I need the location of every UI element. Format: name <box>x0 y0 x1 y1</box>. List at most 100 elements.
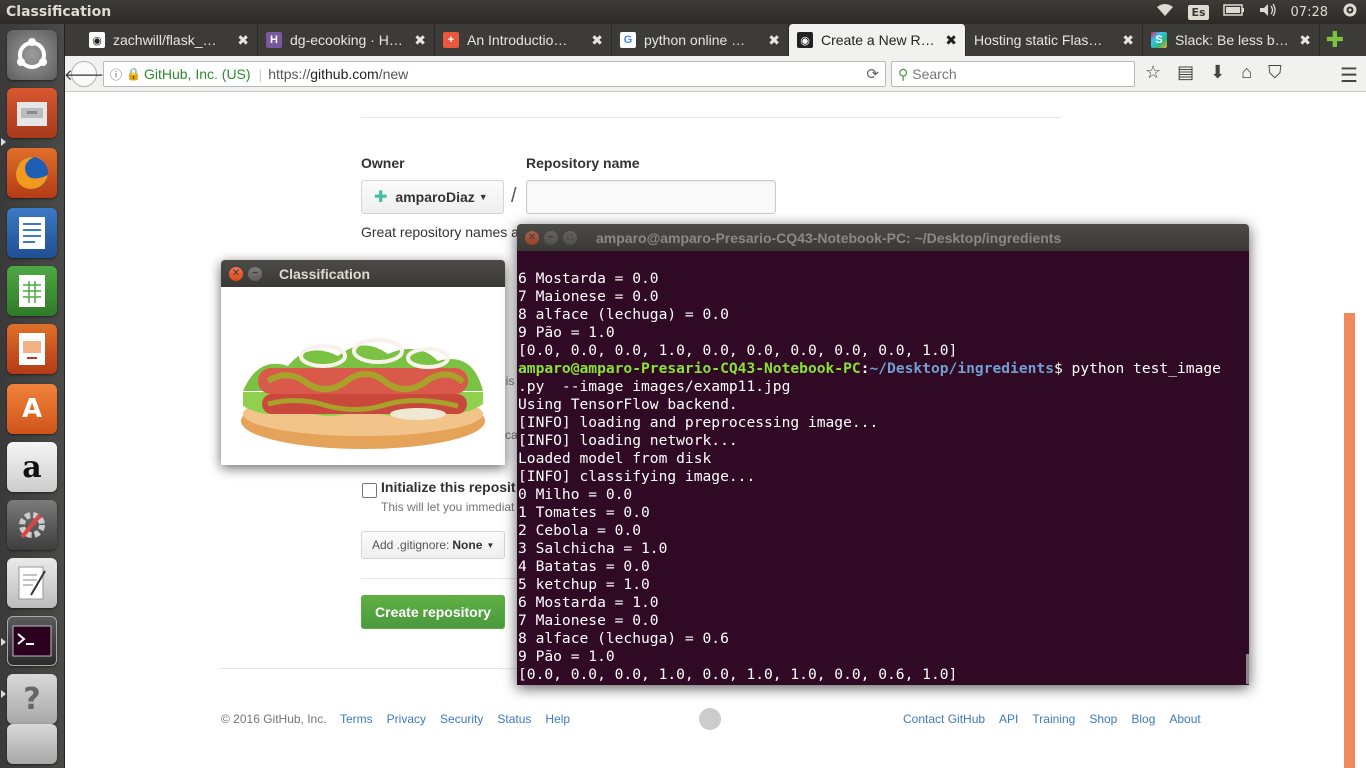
create-repository-button[interactable]: Create repository <box>361 595 505 629</box>
close-icon[interactable]: ✖ <box>237 32 249 49</box>
terminal-scrollbar[interactable] <box>1246 654 1249 684</box>
footer-link-contact[interactable]: Contact GitHub <box>903 712 985 726</box>
back-button[interactable]: 🡐 <box>64 61 104 87</box>
tab-python-online[interactable]: G python online … ✖ <box>612 24 789 56</box>
github-octocat-icon[interactable] <box>699 708 721 730</box>
reading-list-icon[interactable]: ▤ <box>1177 62 1194 83</box>
info-icon[interactable]: ⓘ <box>110 66 122 83</box>
libreoffice-impress-icon[interactable] <box>7 324 57 374</box>
indicator-area: Es 07:28 <box>1156 0 1366 24</box>
terminal-line: [INFO] loading and preprocessing image..… <box>518 414 879 431</box>
footer-link-status[interactable]: Status <box>497 712 531 726</box>
initialize-label[interactable]: Initialize this reposit <box>381 479 516 495</box>
divider <box>361 117 1061 118</box>
footer-link-api[interactable]: API <box>999 712 1018 726</box>
ubuntu-dash-icon[interactable] <box>7 30 57 80</box>
close-icon[interactable]: ✕ <box>525 230 539 245</box>
footer-link-privacy[interactable]: Privacy <box>387 712 426 726</box>
help-icon[interactable]: ? <box>7 674 57 724</box>
minimize-icon[interactable]: − <box>544 230 558 245</box>
gear-icon[interactable] <box>1342 2 1358 22</box>
add-gitignore-select[interactable]: Add .gitignore: None ▼ <box>361 531 505 559</box>
files-icon[interactable] <box>7 88 57 138</box>
footer-link-blog[interactable]: Blog <box>1131 712 1155 726</box>
new-tab-button[interactable]: ✚ <box>1320 24 1350 56</box>
window-titlebar[interactable]: ✕ − □ amparo@amparo-Presario-CQ43-Notebo… <box>517 224 1249 251</box>
initialize-readme-checkbox[interactable] <box>362 483 377 498</box>
terminal-line: 3 Salchicha = 1.0 <box>518 540 668 557</box>
site-identity[interactable]: GitHub, Inc. (US) <box>144 66 251 82</box>
footer-copyright: © 2016 GitHub, Inc. <box>221 712 327 726</box>
arrow-left-icon: 🡐 <box>63 66 105 84</box>
lock-icon: 🔒 <box>126 67 141 81</box>
clock[interactable]: 07:28 <box>1291 5 1328 20</box>
amazon-icon[interactable]: a <box>7 442 57 492</box>
footer-link-shop[interactable]: Shop <box>1089 712 1117 726</box>
tab-create-new-repo[interactable]: ◉ Create a New R… ✖ <box>789 24 966 56</box>
download-icon[interactable]: ⬇ <box>1210 62 1225 83</box>
active-app-title: Classification <box>6 4 112 20</box>
close-icon[interactable]: ✖ <box>591 32 603 49</box>
tab-label: Hosting static Flas… <box>974 32 1103 48</box>
close-icon[interactable]: ✕ <box>229 266 243 281</box>
libreoffice-writer-icon[interactable] <box>7 208 57 258</box>
wifi-icon[interactable] <box>1156 3 1174 21</box>
prompt-command: $ python test_image <box>1053 360 1221 377</box>
pocket-icon[interactable]: ⛉ <box>1268 62 1282 83</box>
repo-name-input[interactable] <box>526 180 776 214</box>
reload-icon[interactable]: ⟳ <box>866 65 879 83</box>
terminal-icon[interactable] <box>7 616 57 666</box>
firefox-icon[interactable] <box>7 148 57 198</box>
terminal-line: 6 Mostarda = 1.0 <box>518 594 659 611</box>
system-settings-icon[interactable] <box>7 500 57 550</box>
close-icon[interactable]: ✖ <box>945 32 957 49</box>
close-icon[interactable]: ✖ <box>768 32 780 49</box>
home-icon[interactable]: ⌂ <box>1241 62 1252 83</box>
tab-label: zachwill/flask_… <box>113 32 217 48</box>
libreoffice-calc-icon[interactable] <box>7 266 57 316</box>
footer-link-training[interactable]: Training <box>1032 712 1075 726</box>
footer-link-security[interactable]: Security <box>440 712 483 726</box>
hamburger-menu-icon[interactable]: ☰ <box>1340 63 1358 88</box>
tab-hosting-static-flask[interactable]: Hosting static Flas… ✖ <box>966 24 1143 56</box>
footer-link-about[interactable]: About <box>1169 712 1200 726</box>
hotdog-image <box>221 287 505 465</box>
github-icon: ◉ <box>797 32 813 48</box>
terminal-output[interactable]: 6 Mostarda = 0.0 7 Maionese = 0.0 8 alface… <box>517 251 1249 685</box>
tab-label: An Introductio… <box>467 32 568 48</box>
owner-select[interactable]: ✚ amparoDiaz ▼ <box>361 180 504 214</box>
gitignore-value: None <box>452 538 483 552</box>
volume-icon[interactable] <box>1259 3 1277 21</box>
window-title: amparo@amparo-Presario-CQ43-Notebook-PC:… <box>596 229 1062 246</box>
tab-zachwill-flask[interactable]: ◉ zachwill/flask_… ✖ <box>81 24 258 56</box>
software-center-icon[interactable]: A <box>7 384 57 434</box>
running-indicator <box>1 138 6 146</box>
text-editor-icon[interactable] <box>7 558 57 608</box>
footer-links-right: Contact GitHub API Training Shop Blog Ab… <box>903 712 1201 726</box>
star-bookmark-icon[interactable]: ☆ <box>1145 62 1161 83</box>
window-titlebar[interactable]: ✕ − Classification <box>221 260 505 287</box>
footer-link-terms[interactable]: Terms <box>340 712 373 726</box>
tab-slack[interactable]: S Slack: Be less b… ✖ <box>1143 24 1320 56</box>
plus-icon: + <box>443 32 459 48</box>
url-scheme: https:// <box>268 66 311 82</box>
close-icon[interactable]: ✖ <box>414 32 426 49</box>
terminal-line: 7 Maionese = 0.0 <box>518 288 659 305</box>
url-text[interactable]: https://github.com/new <box>268 66 408 82</box>
close-icon[interactable]: ✖ <box>1122 32 1134 49</box>
tab-introduction[interactable]: + An Introductio… ✖ <box>435 24 612 56</box>
trash-icon[interactable] <box>7 724 57 764</box>
minimize-icon[interactable]: − <box>248 266 262 281</box>
tab-dg-ecooking[interactable]: H dg-ecooking · H… ✖ <box>258 24 435 56</box>
owner-label: Owner <box>361 155 405 171</box>
search-input[interactable]: ⚲ Search <box>891 61 1135 87</box>
footer-link-help[interactable]: Help <box>545 712 570 726</box>
maximize-icon[interactable]: □ <box>563 230 577 245</box>
close-icon[interactable]: ✖ <box>1299 32 1311 49</box>
url-host: github.com <box>310 66 379 82</box>
battery-icon[interactable] <box>1222 4 1245 20</box>
keyboard-layout-indicator[interactable]: Es <box>1188 4 1209 20</box>
terminal-line: Loaded model from disk <box>518 450 712 467</box>
search-icon: ⚲ <box>898 65 909 82</box>
url-bar[interactable]: ⓘ 🔒 GitHub, Inc. (US) | https://github.c… <box>103 61 886 87</box>
